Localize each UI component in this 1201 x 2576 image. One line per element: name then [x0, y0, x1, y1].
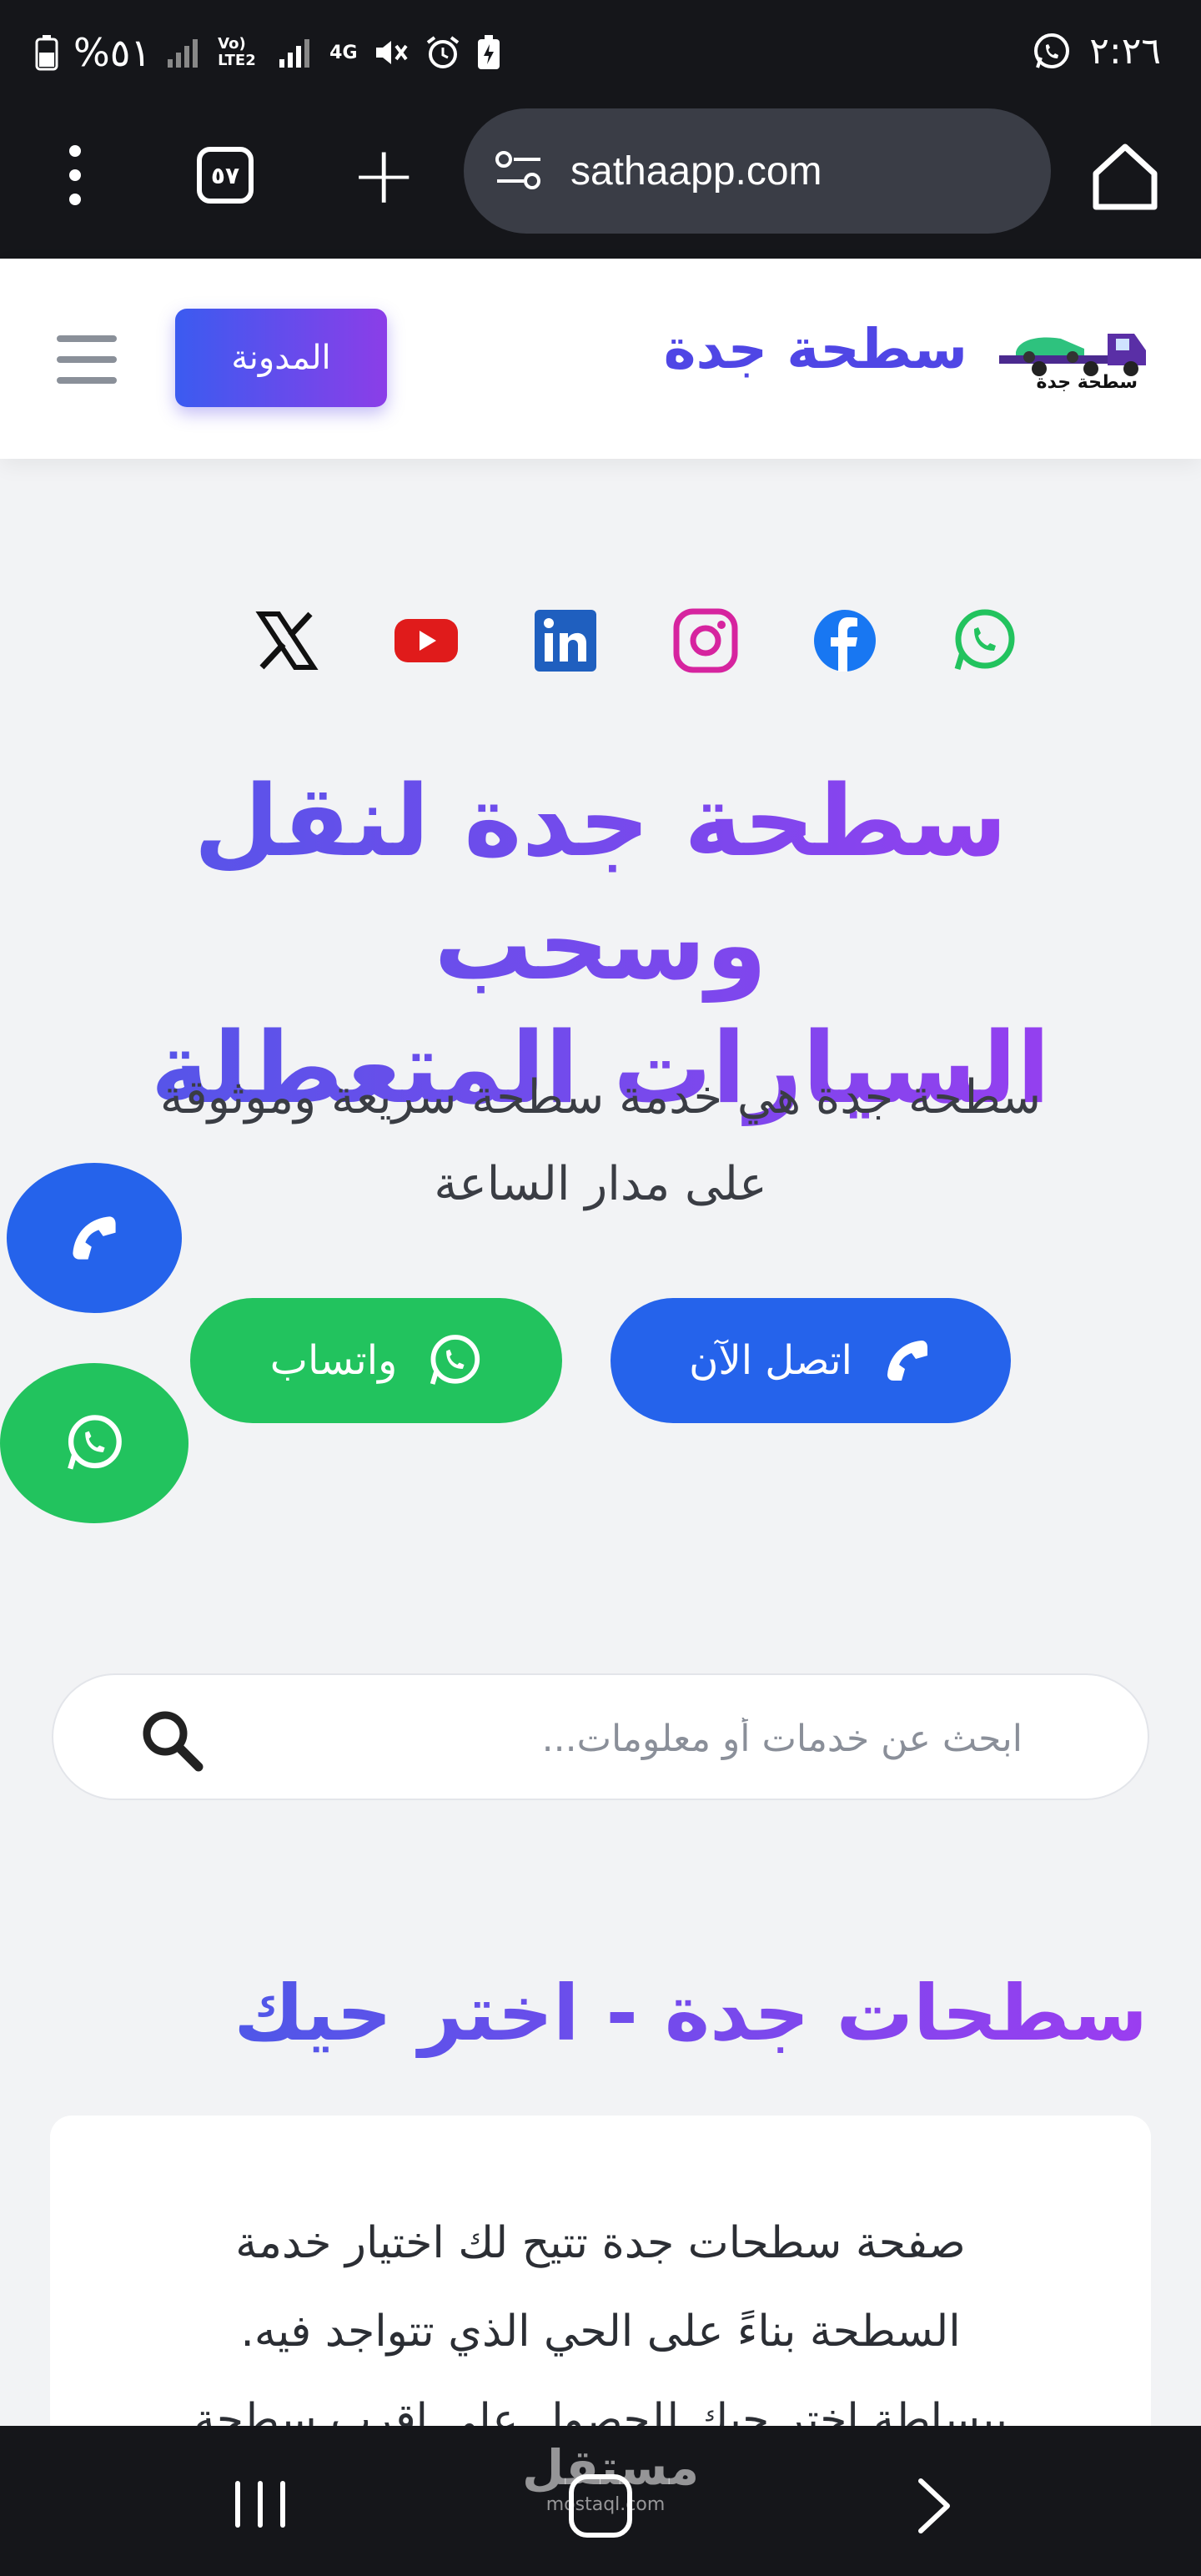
- signal-icon: [279, 39, 310, 68]
- battery-icon: [35, 35, 58, 71]
- section-title: سطحات جدة - اختر حيك: [234, 1969, 1148, 2058]
- phone-icon: [73, 1216, 116, 1260]
- info-card-text: صفحة سطحات جدة تتيح لك اختيار خدمة السطح…: [150, 2199, 1051, 2464]
- whatsapp-icon[interactable]: [951, 607, 1018, 674]
- hero-title-line1: سطحة جدة لنقل وسحب: [193, 763, 1008, 1002]
- battery-saver-icon: [477, 35, 500, 69]
- x-icon[interactable]: [254, 607, 320, 674]
- hero-subtitle: سطحة جدة هي خدمة سطحة سريعة وموثوقة على …: [75, 1054, 1126, 1228]
- clock: ٢:٢٦: [1089, 30, 1161, 73]
- search-icon[interactable]: [140, 1708, 204, 1772]
- blog-button[interactable]: المدونة: [175, 309, 387, 407]
- mute-icon: [375, 41, 408, 64]
- browser-toolbar: ٥٧ + sathaapp.com: [0, 108, 1201, 259]
- browser-menu-icon[interactable]: [60, 145, 90, 205]
- network-label: 4G: [329, 42, 358, 63]
- whatsapp-icon: [430, 1335, 480, 1385]
- new-tab-button[interactable]: +: [350, 135, 417, 215]
- url-text: sathaapp.com: [570, 148, 822, 194]
- facebook-icon[interactable]: [812, 607, 878, 674]
- hero-subtitle-line2: على مدار الساعة: [434, 1157, 767, 1211]
- status-right: ٢:٢٦: [1031, 30, 1161, 73]
- site-settings-icon[interactable]: [494, 149, 544, 193]
- site-header: المدونة سطحة جدة سطحة جدة: [0, 259, 1201, 459]
- whatsapp-label: واتساب: [269, 1337, 398, 1384]
- lte-label: Vo) LTE2: [218, 35, 256, 69]
- brand-name[interactable]: سطحة جدة: [664, 317, 967, 381]
- info-card: صفحة سطحات جدة تتيح لك اختيار خدمة السطح…: [50, 2116, 1151, 2466]
- signal-icon: [168, 39, 198, 68]
- logo-caption: سطحة جدة: [1036, 372, 1138, 393]
- search-bar: [52, 1673, 1149, 1800]
- social-links: [254, 606, 1018, 676]
- info-card-line2: السطحة بناءً على الحي الذي تتواجد فيه.: [240, 2307, 961, 2357]
- alarm-icon: [426, 36, 459, 68]
- info-card-line1: صفحة سطحات جدة تتيح لك اختيار خدمة: [235, 2218, 966, 2268]
- recents-button[interactable]: [235, 2481, 285, 2528]
- hamburger-menu-icon[interactable]: [57, 335, 117, 384]
- tab-count: ٥٧: [210, 161, 240, 189]
- whatsapp-icon: [68, 1415, 122, 1470]
- floating-call-button[interactable]: [7, 1163, 182, 1313]
- floating-whatsapp-button[interactable]: [0, 1363, 188, 1523]
- tab-switcher-button[interactable]: ٥٧: [197, 147, 254, 204]
- system-navigation-bar: مستقل mostaql.com: [0, 2426, 1201, 2576]
- home-icon[interactable]: [1089, 140, 1161, 212]
- status-left: %٥١ Vo) LTE2 4G: [35, 30, 501, 75]
- whatsapp-button[interactable]: واتساب: [190, 1298, 562, 1423]
- call-now-button[interactable]: اتصل الآن: [611, 1298, 1011, 1423]
- phone-icon: [887, 1341, 927, 1381]
- call-now-label: اتصل الآن: [689, 1337, 852, 1384]
- home-nav-button[interactable]: [569, 2474, 632, 2538]
- whatsapp-notification-icon: [1034, 33, 1070, 68]
- battery-percent: %٥١: [73, 30, 152, 75]
- status-bar: %٥١ Vo) LTE2 4G ٢:٢٦: [0, 0, 1201, 108]
- search-input[interactable]: [188, 1708, 1023, 1768]
- linkedin-icon[interactable]: [532, 607, 599, 674]
- youtube-icon[interactable]: [393, 607, 460, 674]
- instagram-icon[interactable]: [672, 607, 739, 674]
- hero-subtitle-line1: سطحة جدة هي خدمة سطحة سريعة وموثوقة: [159, 1070, 1042, 1124]
- address-bar[interactable]: sathaapp.com: [464, 108, 1051, 234]
- back-chevron-icon[interactable]: [909, 2476, 959, 2536]
